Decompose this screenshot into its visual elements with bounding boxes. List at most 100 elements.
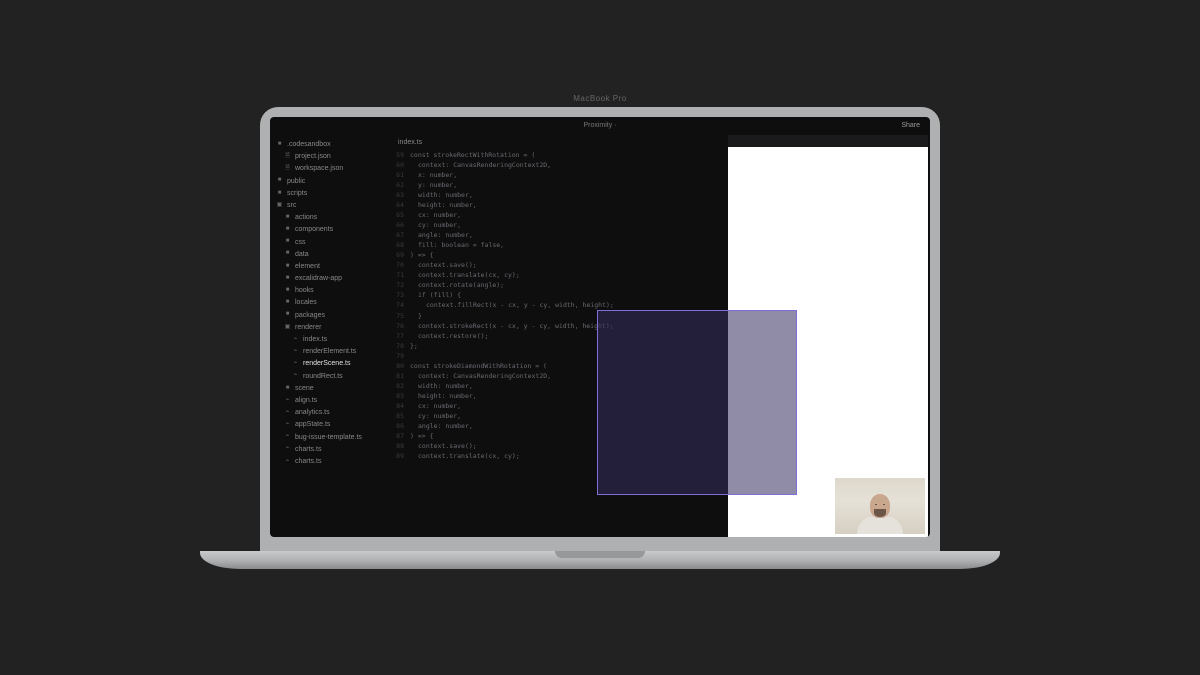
line-text: fill: boolean = false, bbox=[410, 240, 504, 250]
code-line[interactable]: 63width: number, bbox=[390, 190, 728, 200]
line-number: 84 bbox=[390, 401, 410, 411]
file-tree-label: charts.ts bbox=[295, 456, 321, 467]
file-tree-item[interactable]: ■scripts bbox=[276, 187, 384, 199]
file-tree-label: actions bbox=[295, 212, 317, 223]
line-number: 67 bbox=[390, 230, 410, 240]
folder-icon: ■ bbox=[284, 385, 291, 392]
code-line[interactable]: 70context.save(); bbox=[390, 260, 728, 270]
file-tree-item[interactable]: ⌁renderScene.ts bbox=[276, 358, 384, 370]
file-tree-item[interactable]: ⌁bug-issue-template.ts bbox=[276, 431, 384, 443]
file-tree-item[interactable]: ■css bbox=[276, 236, 384, 248]
preview-toolbar[interactable] bbox=[728, 135, 928, 147]
share-button[interactable]: Share bbox=[860, 122, 920, 129]
code-line[interactable]: 87) => { bbox=[390, 431, 728, 441]
file-tree-item[interactable]: ▣src bbox=[276, 199, 384, 211]
file-tree-item[interactable]: ⌁ charts.ts bbox=[276, 455, 384, 467]
line-number: 78 bbox=[390, 341, 410, 351]
code-line[interactable]: 59const strokeRectWithRotation = ( bbox=[390, 150, 728, 160]
code-line[interactable]: 62y: number, bbox=[390, 180, 728, 190]
file-tree-item[interactable]: ⌁roundRect.ts bbox=[276, 370, 384, 382]
code-line[interactable]: 71context.translate(cx, cy); bbox=[390, 270, 728, 280]
code-line[interactable]: 89context.translate(cx, cy); bbox=[390, 451, 728, 461]
code-line[interactable]: 79 bbox=[390, 351, 728, 361]
folder-open-icon: ▣ bbox=[284, 324, 291, 331]
code-line[interactable]: 77context.restore(); bbox=[390, 331, 728, 341]
file-tree-label: public bbox=[287, 176, 305, 187]
file-tree-label: renderer bbox=[295, 322, 321, 333]
file-tree-item[interactable]: ■scene bbox=[276, 382, 384, 394]
line-number: 73 bbox=[390, 290, 410, 300]
file-tree-item[interactable]: ■data bbox=[276, 248, 384, 260]
file-tree-item[interactable]: ■hooks bbox=[276, 285, 384, 297]
folder-icon: ■ bbox=[284, 312, 291, 319]
code-line[interactable]: 76context.strokeRect(x - cx, y - cy, wid… bbox=[390, 321, 728, 331]
code-line[interactable]: 75} bbox=[390, 311, 728, 321]
code-line[interactable]: 68fill: boolean = false, bbox=[390, 240, 728, 250]
file-tree-label: excalidraw-app bbox=[295, 273, 342, 284]
file-icon: 🗎 bbox=[284, 165, 291, 172]
code-line[interactable]: 66cy: number, bbox=[390, 220, 728, 230]
line-number: 62 bbox=[390, 180, 410, 190]
file-tree-item[interactable]: ⌁index.ts bbox=[276, 334, 384, 346]
file-tree-item[interactable]: ⌁analytics.ts bbox=[276, 407, 384, 419]
code-line[interactable]: 60context: CanvasRenderingContext2D, bbox=[390, 160, 728, 170]
file-tree-item[interactable]: ■.codesandbox bbox=[276, 139, 384, 151]
editor-tab[interactable]: index.ts bbox=[390, 139, 728, 150]
code-line[interactable]: 61x: number, bbox=[390, 170, 728, 180]
project-title[interactable]: Proximity · bbox=[340, 122, 860, 129]
folder-icon: ■ bbox=[276, 141, 283, 148]
ts-file-icon: ⌁ bbox=[284, 458, 291, 465]
file-tree-item[interactable]: 🗎workspace.json bbox=[276, 163, 384, 175]
code-line[interactable]: 74context.fillRect(x - cx, y - cy, width… bbox=[390, 300, 728, 310]
preview-canvas[interactable] bbox=[728, 147, 928, 537]
file-tree-item[interactable]: ■components bbox=[276, 224, 384, 236]
file-tree-item[interactable]: ⌁charts.ts bbox=[276, 443, 384, 455]
code-line[interactable]: 86angle: number, bbox=[390, 421, 728, 431]
file-tree-item[interactable]: ⌁renderElement.ts bbox=[276, 346, 384, 358]
code-lines[interactable]: 59const strokeRectWithRotation = (60cont… bbox=[390, 150, 728, 462]
file-tree-item[interactable]: ■element bbox=[276, 260, 384, 272]
code-line[interactable]: 72context.rotate(angle); bbox=[390, 280, 728, 290]
code-line[interactable]: 85cy: number, bbox=[390, 411, 728, 421]
line-text: width: number, bbox=[410, 190, 473, 200]
app-screen: Proximity · Share ■.codesandbox🗎project.… bbox=[270, 117, 930, 537]
file-tree-item[interactable]: ⌁appState.ts bbox=[276, 419, 384, 431]
file-tree-item[interactable]: ⌁align.ts bbox=[276, 394, 384, 406]
file-tree-label: appState.ts bbox=[295, 419, 330, 430]
ts-file-icon: ⌁ bbox=[292, 348, 299, 355]
line-number: 74 bbox=[390, 300, 410, 310]
code-line[interactable]: 69) => { bbox=[390, 250, 728, 260]
ts-file-icon: ⌁ bbox=[284, 434, 291, 441]
line-number: 83 bbox=[390, 391, 410, 401]
code-line[interactable]: 88context.save(); bbox=[390, 441, 728, 451]
file-tree-label: components bbox=[295, 224, 333, 235]
line-number: 64 bbox=[390, 200, 410, 210]
code-line[interactable]: 78}; bbox=[390, 341, 728, 351]
code-line[interactable]: 64height: number, bbox=[390, 200, 728, 210]
file-tree-item[interactable]: 🗎project.json bbox=[276, 151, 384, 163]
code-line[interactable]: 73if (fill) { bbox=[390, 290, 728, 300]
file-tree-item[interactable]: ▣ renderer bbox=[276, 321, 384, 333]
file-tree-label: css bbox=[295, 237, 306, 248]
file-tree-item[interactable]: ■excalidraw-app bbox=[276, 273, 384, 285]
code-line[interactable]: 65cx: number, bbox=[390, 210, 728, 220]
ts-file-icon: ⌁ bbox=[284, 397, 291, 404]
video-pip[interactable] bbox=[835, 478, 925, 534]
file-tree-item[interactable]: ■packages bbox=[276, 309, 384, 321]
code-editor[interactable]: index.ts 59const strokeRectWithRotation … bbox=[390, 135, 728, 537]
folder-open-icon: ▣ bbox=[276, 202, 283, 209]
code-line[interactable]: 83height: number, bbox=[390, 391, 728, 401]
code-line[interactable]: 84cx: number, bbox=[390, 401, 728, 411]
code-line[interactable]: 67angle: number, bbox=[390, 230, 728, 240]
code-line[interactable]: 82width: number, bbox=[390, 381, 728, 391]
line-text: if (fill) { bbox=[410, 290, 461, 300]
file-tree-item[interactable]: ■actions bbox=[276, 212, 384, 224]
file-tree-item[interactable]: ■public bbox=[276, 175, 384, 187]
file-explorer[interactable]: ■.codesandbox🗎project.json🗎workspace.jso… bbox=[270, 135, 390, 537]
file-tree-item[interactable]: ■locales bbox=[276, 297, 384, 309]
ts-file-icon: ⌁ bbox=[292, 336, 299, 343]
folder-icon: ■ bbox=[284, 251, 291, 258]
file-tree-label: hooks bbox=[295, 285, 314, 296]
code-line[interactable]: 81context: CanvasRenderingContext2D, bbox=[390, 371, 728, 381]
code-line[interactable]: 80const strokeDiamondWithRotation = ( bbox=[390, 361, 728, 371]
